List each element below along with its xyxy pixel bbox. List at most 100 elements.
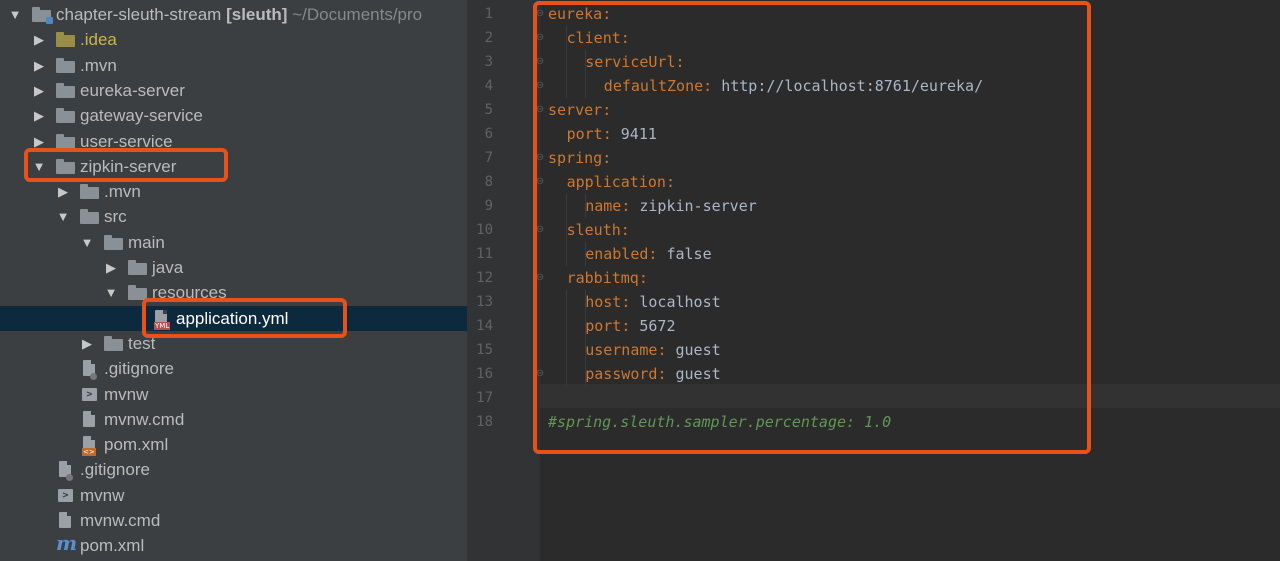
tree-file-row[interactable]: <> pom.xml [0,432,467,457]
fold-marker-icon[interactable]: ⊖ [535,2,545,26]
yaml-key: server [548,101,603,119]
chevron-right-icon[interactable]: ▶ [32,103,46,128]
tree-folder-row[interactable]: ▶ test [0,331,467,356]
tree-folder-row[interactable]: ▼ zipkin-server [0,154,467,179]
tree-item-label: pom.xml [80,536,145,556]
chevron-right-icon[interactable]: ▶ [32,129,46,154]
text-file-icon [56,512,75,528]
chevron-down-icon[interactable]: ▼ [56,204,70,229]
yaml-key: username [585,341,658,359]
fold-marker-icon[interactable]: ⊖ [535,26,545,50]
root-module-name: chapter-sleuth-stream [56,5,222,24]
tree-item-label: java [152,258,184,277]
code-line[interactable]: defaultZone: http://localhost:8761/eurek… [604,74,983,98]
code-line[interactable]: rabbitmq: [567,266,648,290]
indent-guide [566,290,567,386]
chevron-down-icon[interactable]: ▼ [32,154,46,179]
fold-marker-icon[interactable]: ⊖ [535,50,545,74]
code-line[interactable]: eureka: [548,2,611,26]
line-number: 10 [476,222,493,238]
yaml-value: zipkin-server [630,197,757,215]
tree-root-row[interactable]: ▼ chapter-sleuth-stream [sleuth] ~/Docum… [0,2,467,27]
code-line[interactable]: username: guest [585,338,720,362]
fold-marker-icon[interactable]: ⊖ [535,218,545,242]
code-line[interactable]: enabled: false [585,242,711,266]
tree-folder-row[interactable]: ▼ src [0,204,467,229]
line-number: 14 [476,318,493,334]
tree-file-row[interactable]: m pom.xml [0,533,467,558]
tree-folder-row[interactable]: ▶ java [0,255,467,280]
line-number: 8 [484,174,493,190]
tree-item-label: test [128,333,156,353]
tree-file-row[interactable]: mvnw.cmd [0,508,467,533]
yaml-key: name [585,197,622,215]
yaml-colon: : [675,53,685,71]
chevron-down-icon[interactable]: ▼ [8,2,22,27]
line-number: 4 [484,78,493,94]
code-line[interactable]: host: localhost [585,290,720,314]
line-number: 17 [476,390,493,406]
code-line[interactable]: application: [567,170,675,194]
tree-folder-row[interactable]: ▼ resources [0,280,467,305]
code-line[interactable]: #spring.sleuth.sampler.percentage: 1.0 [548,410,891,434]
yaml-key: spring [548,149,603,167]
yaml-colon: : [638,269,648,287]
tree-folder-row[interactable]: ▶ user-service [0,129,467,154]
code-line[interactable]: sleuth: [567,218,630,242]
fold-marker-icon[interactable]: ⊖ [535,74,545,98]
chevron-down-icon[interactable]: ▼ [80,230,94,255]
chevron-right-icon[interactable]: ▶ [32,53,46,78]
chevron-right-icon[interactable]: ▶ [80,331,94,356]
tree-file-row[interactable]: > mvnw [0,483,467,508]
code-line[interactable]: password: guest [585,362,720,386]
folder-icon [56,158,75,174]
tree-item-label: zipkin-server [80,156,177,176]
chevron-right-icon[interactable]: ▶ [56,179,70,204]
code-line[interactable]: spring: [548,146,611,170]
maven-icon: m [56,531,78,556]
yaml-key: port [585,317,622,335]
chevron-down-icon[interactable]: ▼ [104,280,118,305]
fold-marker-icon[interactable]: ⊖ [535,170,545,194]
tree-item-label: user-service [80,131,173,151]
folder-icon [80,184,99,200]
tree-item-label: pom.xml [104,435,169,455]
yaml-value: localhost [630,293,721,311]
fold-marker-icon[interactable]: ⊖ [535,362,545,386]
chevron-right-icon[interactable]: ▶ [104,255,118,280]
text-file-icon [80,410,99,427]
code-line[interactable]: server: [548,98,611,122]
code-line[interactable]: name: zipkin-server [585,194,757,218]
line-number: 3 [484,54,493,70]
yaml-colon: : [602,125,612,143]
fold-marker-icon[interactable]: ⊖ [535,146,545,170]
folder-icon [56,57,75,73]
tree-folder-row[interactable]: ▶ .idea [0,27,467,52]
yaml-value: guest [666,341,721,359]
code-line[interactable]: client: [567,26,630,50]
tree-item-label: gateway-service [80,106,203,126]
chevron-right-icon[interactable]: ▶ [32,78,46,103]
tree-file-row[interactable]: .gitignore [0,356,467,381]
code-line[interactable]: port: 9411 [567,122,657,146]
yaml-key: defaultZone [603,77,704,95]
tree-file-row[interactable]: .gitignore [0,457,467,482]
tree-file-row[interactable]: > mvnw [0,382,467,407]
yaml-value: http://localhost:8761/eureka/ [712,77,984,95]
yaml-value: 5672 [630,317,676,335]
yaml-colon: : [621,317,631,335]
tree-folder-row[interactable]: ▶ gateway-service [0,103,467,128]
code-line[interactable]: port: 5672 [585,314,675,338]
tree-file-row[interactable]: mvnw.cmd [0,407,467,432]
line-number: 13 [476,294,493,310]
line-number: 7 [484,150,493,166]
tree-folder-row[interactable]: ▶ eureka-server [0,78,467,103]
fold-marker-icon[interactable]: ⊖ [535,98,545,122]
fold-marker-icon[interactable]: ⊖ [535,266,545,290]
code-line[interactable]: serviceUrl: [585,50,684,74]
tree-folder-row[interactable]: ▶ .mvn [0,179,467,204]
tree-folder-row[interactable]: ▶ .mvn [0,53,467,78]
chevron-right-icon[interactable]: ▶ [32,27,46,52]
tree-folder-row[interactable]: ▼ main [0,230,467,255]
tree-file-row[interactable]: YML application.yml [0,305,467,331]
